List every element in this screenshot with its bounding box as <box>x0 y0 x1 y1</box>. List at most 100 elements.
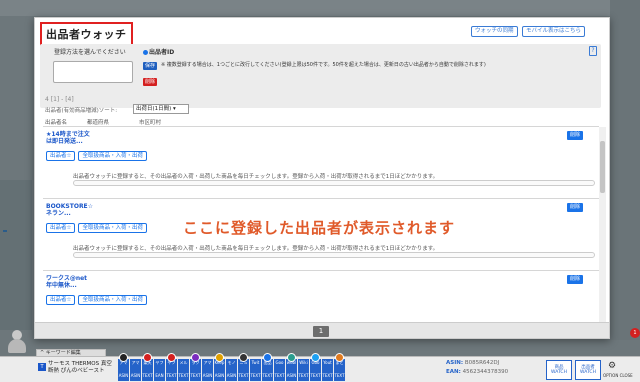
shortcut-button[interactable]: ヤフ EAN <box>154 359 165 381</box>
seller-name-line2: ネラン... <box>46 210 71 217</box>
shortcut-button[interactable]: 楽天 TEXT <box>142 359 153 381</box>
shortcut-button[interactable]: Keep ASIN <box>214 359 225 381</box>
background-left-panel <box>0 180 32 330</box>
shortcut-button-bottom: ASIN <box>130 373 141 378</box>
product-watch-button[interactable]: 商品 WATCH <box>546 360 572 380</box>
seller-name-link[interactable]: ワークス@net 年中無休... <box>46 275 87 289</box>
site-icon <box>239 353 248 362</box>
shortcut-button[interactable]: モノ ASIN <box>226 359 237 381</box>
all-products-chip[interactable]: 全取扱商品・入荷・出荷 <box>78 223 147 233</box>
shortcut-button-bottom: ASIN <box>286 373 297 378</box>
background-tag <box>3 230 7 232</box>
shortcut-button-bottom: ASIN <box>118 373 129 378</box>
shortcut-button[interactable]: まと TEXT <box>334 359 345 381</box>
result-count: 4 [1] - [4] <box>45 96 74 103</box>
notification-badge: 1 <box>630 328 640 338</box>
delete-button[interactable]: 削除 <box>143 78 158 86</box>
seller-chips: 出品者☆ 全取扱商品・入荷・出荷 <box>46 295 150 305</box>
shortcut-button-bottom: ASIN <box>202 373 213 378</box>
seller-delete-button[interactable]: 削除 <box>566 131 583 140</box>
seller-chip[interactable]: 出品者☆ <box>46 151 76 161</box>
register-note: ※ 複数登録する場合は、1つごとに改行してください(登録上限は50件です。50件… <box>161 62 486 68</box>
sort-label: 出品者(有効商品増減)ソート: <box>45 108 118 114</box>
seller-id-radio[interactable]: 出品者ID <box>143 47 174 56</box>
shortcut-button[interactable]: 出品 TEXT <box>262 359 273 381</box>
shortcut-button[interactable]: ラク TEXT <box>190 359 201 381</box>
shortcut-button-bottom: TEXT <box>190 373 201 378</box>
shortcut-button-bottom: TEXT <box>322 373 333 378</box>
site-icon <box>263 353 272 362</box>
seller-progress-bar <box>73 180 595 186</box>
asin-value: B085R642DJ <box>464 360 500 366</box>
bottom-toolbar: T サーモス THERMOS 真空断熱 ぴんのベビースト アマ ASIN アマ ASI… <box>0 353 640 382</box>
shortcut-button[interactable]: ヤフ TEXT <box>166 359 177 381</box>
seller-id-input[interactable] <box>53 61 133 83</box>
shortcut-button[interactable]: アマ ASIN <box>202 359 213 381</box>
ean-label: EAN: <box>446 369 461 375</box>
shortcut-button-bottom: TEXT <box>334 373 345 378</box>
shortcut-button[interactable]: アマ ASIN <box>130 359 141 381</box>
shortcut-button-bottom: TEXT <box>310 373 321 378</box>
option-close-label[interactable]: OPTION CLOSE <box>603 373 633 378</box>
all-products-chip[interactable]: 全取扱商品・入荷・出荷 <box>78 295 147 305</box>
seller-chips: 出品者☆ 全取扱商品・入荷・出荷 <box>46 223 150 233</box>
site-icon <box>215 353 224 362</box>
overlay-instruction: ここに登録した出品者が表示されます <box>183 219 456 237</box>
seller-delete-button[interactable]: 削除 <box>566 203 583 212</box>
shortcut-button-bottom: ASIN <box>214 373 225 378</box>
sort-select-value: 出荷日(1日間) <box>136 106 172 112</box>
site-icon <box>335 353 344 362</box>
seller-description: 出品者ウォッチに登録すると、その出品者の入荷・出荷した商品を毎日チェックします。… <box>73 174 439 180</box>
shortcut-button[interactable]: メル TEXT <box>178 359 189 381</box>
watch-sync-button[interactable]: ウォッチの同期 <box>471 26 518 37</box>
shortcut-button-bottom: TEXT <box>262 373 273 378</box>
shortcut-button[interactable]: Wiki TEXT <box>298 359 309 381</box>
shortcut-button-bottom: EAN <box>155 373 164 378</box>
seller-name-line1: ★14時まで注文 <box>46 131 90 138</box>
seller-name-line1: ワークス@net <box>46 275 88 282</box>
mobile-view-button[interactable]: モバイル表示はこちら <box>522 26 586 37</box>
shortcut-button[interactable]: Yout TEXT <box>322 359 333 381</box>
shortcut-button-bottom: TEXT <box>274 373 285 378</box>
shortcut-button-bottom: ASIN <box>226 373 237 378</box>
seller-chip[interactable]: 出品者☆ <box>46 295 76 305</box>
column-seller-name: 出品者名 <box>45 120 68 126</box>
pagination-bar: 1 <box>35 322 609 338</box>
seller-name-link[interactable]: BOOKSTORE☆ ネラン... <box>46 203 93 217</box>
shortcut-button[interactable]: Twit TEXT <box>250 359 261 381</box>
seller-watch-modal: 出品者ウォッチ ウォッチの同期 モバイル表示はこちら 登録方法を選んでください … <box>34 17 610 339</box>
seller-watch-button[interactable]: 出品者 WATCH <box>575 360 601 380</box>
shortcut-button[interactable]: アマ ASIN <box>118 359 129 381</box>
shortcut-button-top: アマ <box>203 360 212 365</box>
modal-title: 出品者ウォッチ <box>40 22 133 46</box>
seller-delete-button[interactable]: 削除 <box>566 275 583 284</box>
shortcut-button[interactable]: Goo TEXT <box>310 359 321 381</box>
shortcut-button-top: モノ <box>227 360 236 365</box>
sort-select[interactable]: 出荷日(1日間) ▾ <box>133 104 189 114</box>
shortcut-button-top: Twit <box>251 360 260 365</box>
shortcut-button[interactable]: ニュ TEXT <box>238 359 249 381</box>
seller-name-link[interactable]: ★14時まで注文 は即日発送... <box>46 131 90 145</box>
shortcut-button-bottom: TEXT <box>238 373 249 378</box>
shortcut-button-bottom: TEXT <box>250 373 261 378</box>
site-icon <box>143 353 152 362</box>
help-icon[interactable]: ? <box>589 46 597 56</box>
ean-value: 4562344378390 <box>462 369 509 375</box>
seller-progress-bar <box>73 252 595 258</box>
scrollbar-thumb[interactable] <box>600 141 605 193</box>
shortcut-button-top: Goo <box>275 360 284 365</box>
all-products-chip[interactable]: 全取扱商品・入荷・出荷 <box>78 151 147 161</box>
shortcut-button-bottom: TEXT <box>178 373 189 378</box>
column-city: 市区町村 <box>139 120 162 126</box>
seller-chip[interactable]: 出品者☆ <box>46 223 76 233</box>
user-avatar-icon <box>8 330 26 354</box>
shortcut-button-top: ヤフ <box>155 360 164 365</box>
register-panel: 登録方法を選んでください 出品者ID 保存 削除 ※ 複数登録する場合は、1つご… <box>40 44 601 108</box>
shortcut-button[interactable]: webl ASIN <box>286 359 297 381</box>
page-number-button[interactable]: 1 <box>313 326 329 337</box>
list-scrollbar[interactable] <box>599 127 606 327</box>
gear-icon[interactable]: ⚙ <box>608 361 616 371</box>
site-icon <box>167 353 176 362</box>
shortcut-button[interactable]: Goo TEXT <box>274 359 285 381</box>
save-button[interactable]: 保存 <box>143 62 158 70</box>
